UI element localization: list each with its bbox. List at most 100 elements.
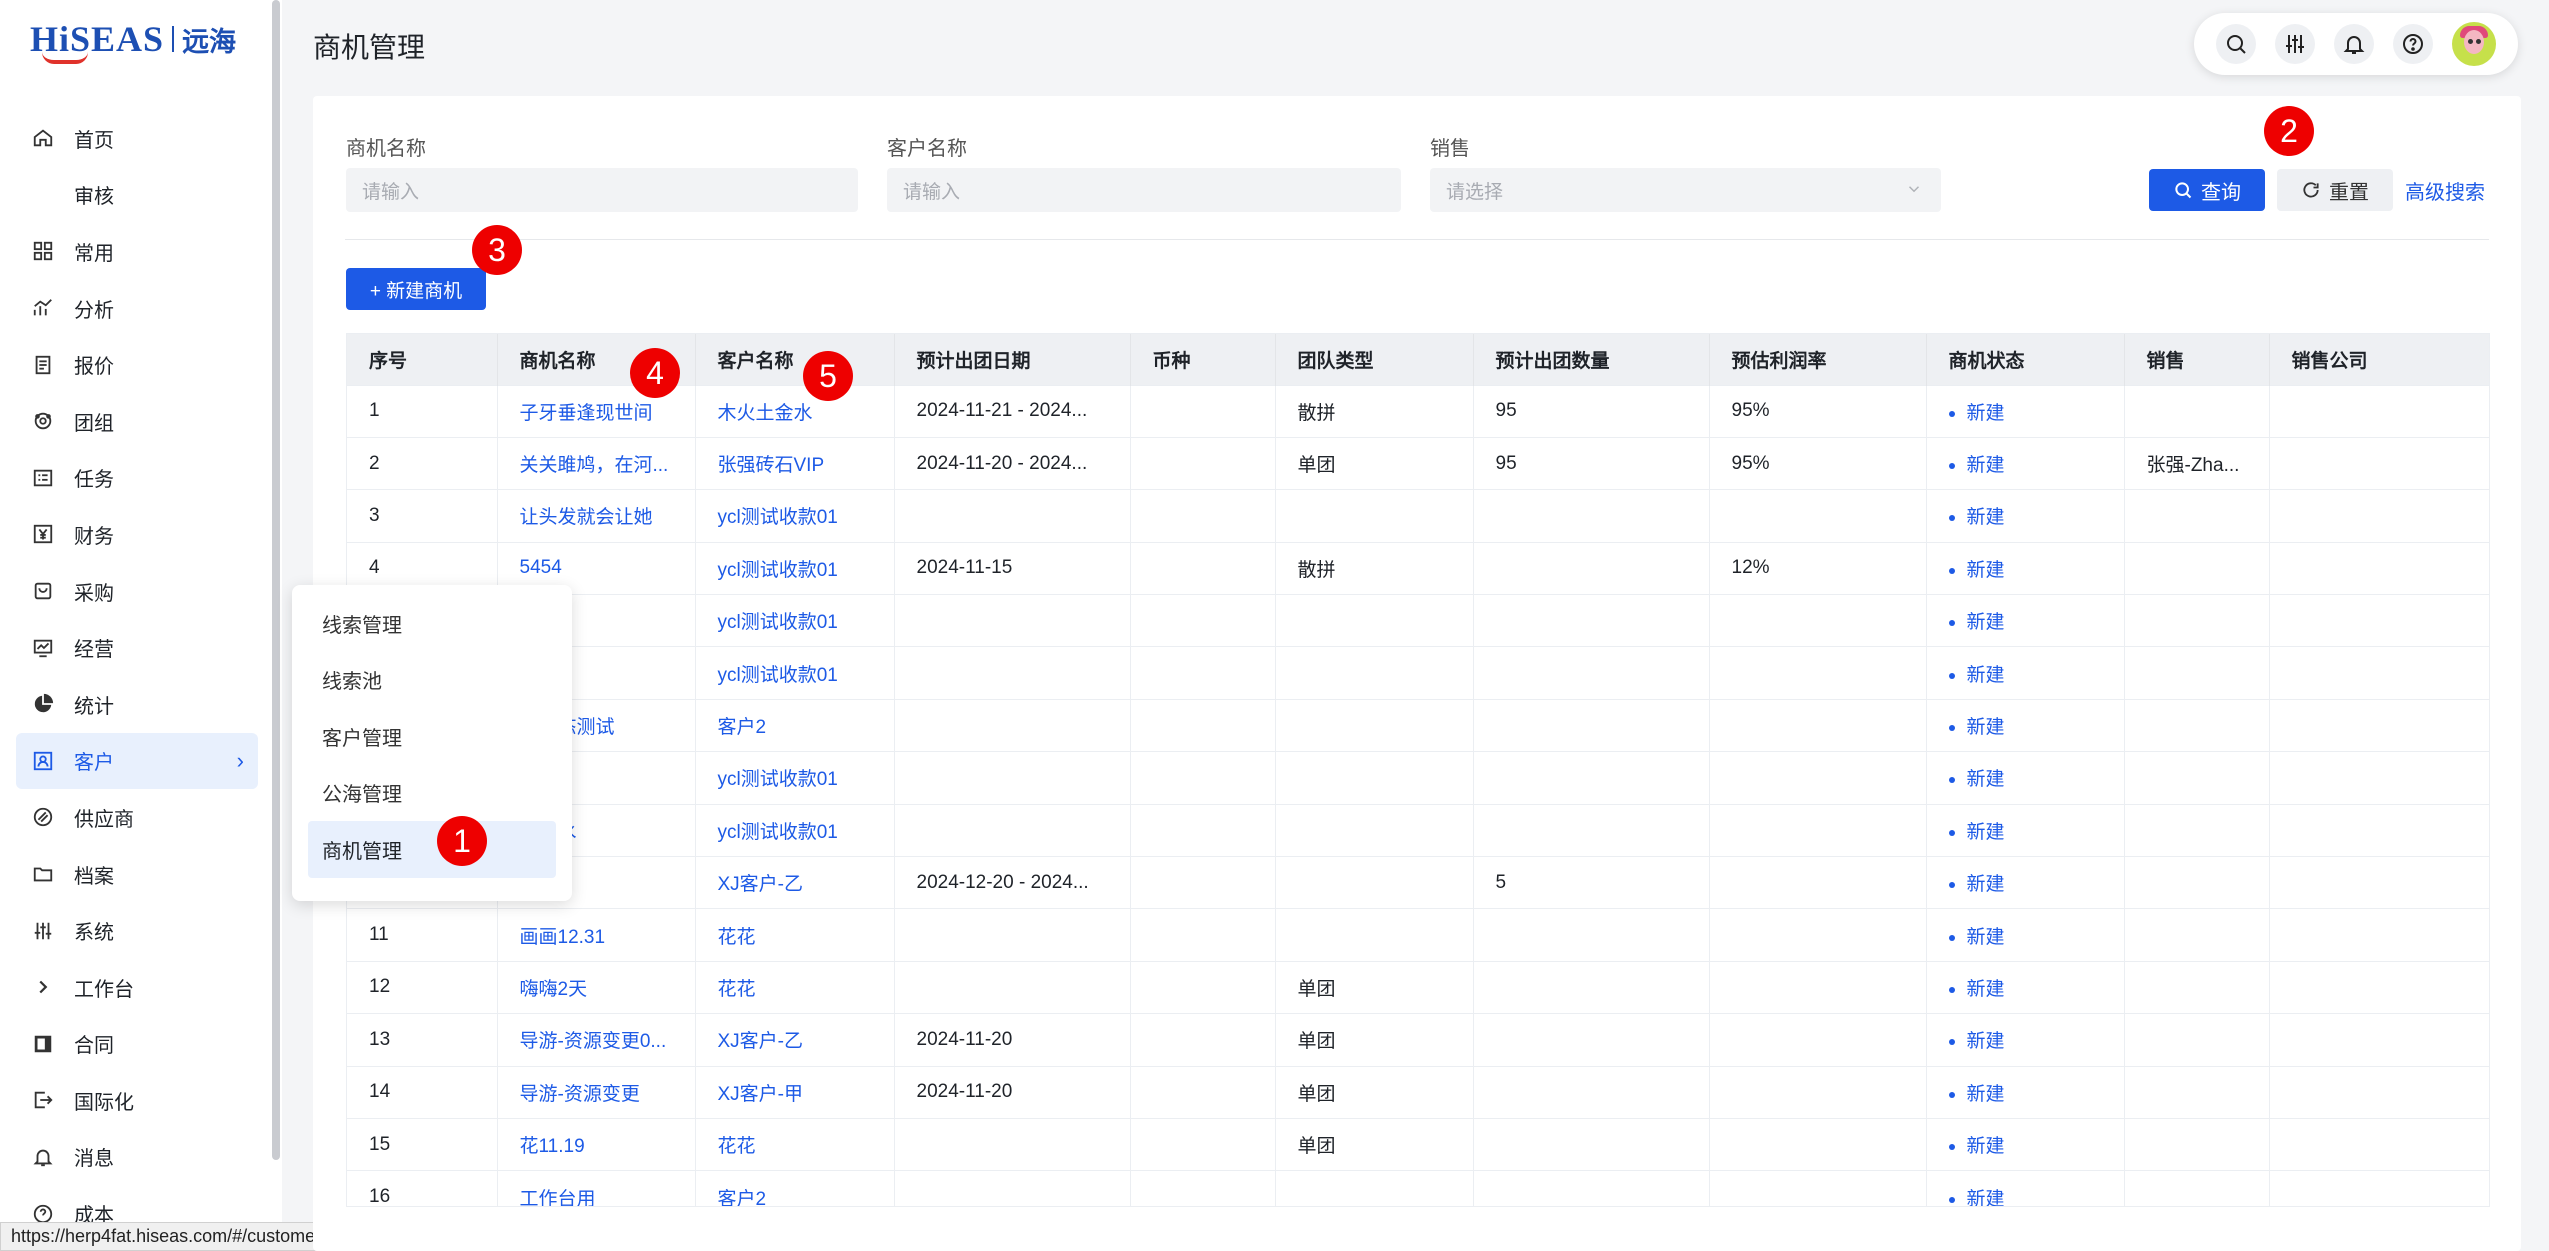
reset-button[interactable]: 重置 (2277, 169, 2393, 211)
table-row[interactable]: 3 让头发就会让她 ycl测试收款01 新建 (347, 489, 2489, 543)
query-button[interactable]: 查询 (2149, 169, 2265, 211)
sidebar-item[interactable]: 报价 (16, 336, 258, 393)
column-header[interactable]: 预计出团日期 (894, 334, 1131, 385)
sidebar-item[interactable]: 国际化 (16, 1072, 258, 1129)
bell-icon[interactable] (2333, 24, 2374, 64)
sidebar-item[interactable]: 财务 (16, 506, 258, 563)
sidebar-item[interactable]: 客户 › (16, 732, 258, 790)
table-row[interactable]: 13 导游-资源变更0... XJ客户-乙 2024-11-20 单团 新建 (347, 1013, 2489, 1067)
table-row[interactable]: 8ycl测试收款01新建 (347, 751, 2489, 805)
table-cell[interactable]: 客户2 (695, 1170, 895, 1206)
column-header[interactable]: 币种 (1130, 334, 1276, 385)
table-cell[interactable]: ycl测试收款01 (695, 541, 895, 595)
submenu-item[interactable]: 线索池 (308, 652, 556, 709)
sidebar-item-label: 合同 (74, 1035, 114, 1058)
submenu-item[interactable]: 线索管理 (308, 595, 556, 652)
table-cell[interactable]: 木火土金水 (695, 384, 895, 438)
table-cell[interactable]: 花花 (695, 908, 895, 962)
table-row[interactable]: 2 关关雎鸠，在河... 张强砖石VIP 2024-11-20 - 2024... 单团… (347, 436, 2489, 490)
sidebar-item[interactable]: 审核 (16, 167, 258, 224)
help-icon[interactable] (2393, 24, 2434, 64)
table-row[interactable]: 9式流水ycl测试收款01新建 (347, 803, 2489, 857)
table-cell[interactable]: ycl测试收款01 (695, 751, 895, 805)
table-cell[interactable]: ycl测试收款01 (695, 646, 895, 700)
logo[interactable]: HiSEAS 远海 (30, 14, 236, 64)
table-row[interactable]: 4 5454 ycl测试收款01 2024-11-15 散拼 12% 新建 (347, 541, 2489, 595)
table-row[interactable]: 7警状态测试客户2新建 (347, 698, 2489, 752)
submenu-item[interactable]: 客户管理 (308, 708, 556, 765)
table-row[interactable]: 14 导游-资源变更 XJ客户-甲 2024-11-20 单团 新建 (347, 1065, 2489, 1119)
sidebar-item[interactable]: 消息 (16, 1129, 258, 1186)
table-cell[interactable]: 让头发就会让她 (497, 489, 696, 543)
table-row[interactable]: 11 画画12.31 花花 新建 (347, 908, 2489, 962)
pie-icon (32, 693, 54, 715)
sidebar-item[interactable]: 工作台 (16, 959, 258, 1016)
table-cell[interactable]: 导游-资源变更0... (497, 1013, 696, 1067)
sidebar-item[interactable]: 团组 (16, 393, 258, 450)
column-header[interactable]: 商机状态 (1926, 334, 2125, 385)
column-header[interactable]: 客户名称 (695, 334, 895, 385)
sidebar-item[interactable]: 档案 (16, 846, 258, 903)
sidebar-item[interactable]: 系统 (16, 902, 258, 959)
sidebar-item[interactable]: 采购 (16, 563, 258, 620)
table-cell[interactable]: XJ客户-甲 (695, 1065, 895, 1119)
table-cell (1709, 1117, 1927, 1171)
sliders-icon[interactable] (2274, 24, 2315, 64)
table-cell[interactable]: 导游-资源变更 (497, 1065, 696, 1119)
reset-label: 重置 (2329, 181, 2369, 204)
table-cell[interactable]: 嗨嗨2天 (497, 960, 696, 1014)
table-row[interactable]: 10XJ客户-乙2024-12-20 - 2024...5新建 (347, 856, 2489, 909)
submenu-item[interactable]: 公海管理 (308, 765, 556, 822)
sidebar-item[interactable]: 常用 (16, 223, 258, 280)
sidebar-item[interactable]: 任务 (16, 450, 258, 507)
column-header[interactable]: 团队类型 (1275, 334, 1474, 385)
table-cell (1709, 1170, 1927, 1206)
table-cell (2124, 541, 2270, 595)
new-bo-button[interactable]: + 新建商机 (346, 268, 486, 310)
table-row[interactable]: 15 花11.19 花花 单团 新建 (347, 1117, 2489, 1171)
table-cell[interactable]: ycl测试收款01 (695, 803, 895, 857)
sales-placeholder: 请选择 (1446, 181, 1504, 203)
search-icon[interactable] (2215, 24, 2256, 64)
sidebar-item[interactable]: 分析 (16, 280, 258, 337)
column-header[interactable]: 预计出团数量 (1473, 334, 1710, 385)
table-cell[interactable]: 张强砖石VIP (695, 436, 895, 490)
table-cell[interactable]: 工作台用 (497, 1170, 696, 1206)
table-cell[interactable]: ycl测试收款01 (695, 489, 895, 543)
table-row[interactable]: 12 嗨嗨2天 花花 单团 新建 (347, 960, 2489, 1014)
advanced-search-link[interactable]: 高级搜索 (2405, 176, 2485, 205)
table-cell (1473, 646, 1710, 700)
sidebar-item[interactable]: 供应商 (16, 789, 258, 846)
logo-swoosh (42, 52, 88, 64)
sales-select[interactable]: 请选择 (1430, 168, 1941, 212)
column-header[interactable]: 销售公司 (2269, 334, 2489, 385)
sidebar-item[interactable]: 合同 (16, 1016, 258, 1073)
table-row[interactable]: 55546ycl测试收款01新建 (347, 594, 2489, 647)
table-cell[interactable]: 花11.19 (497, 1117, 696, 1171)
column-header[interactable]: 预估利润率 (1709, 334, 1927, 385)
avatar[interactable] (2452, 22, 2497, 66)
bo-name-input[interactable]: 请输入 (346, 168, 858, 212)
sidebar-item[interactable]: 首页 (16, 110, 258, 167)
sidebar-item[interactable]: 经营 (16, 619, 258, 676)
sidebar-scrollbar[interactable] (272, 0, 280, 1160)
submenu-item[interactable]: 商机管理 (308, 821, 556, 878)
status-dot (1948, 410, 1955, 417)
table-cell[interactable]: 关关雎鸠，在河... (497, 436, 696, 490)
column-header[interactable]: 销售 (2124, 334, 2270, 385)
table-cell[interactable]: 客户2 (695, 698, 895, 752)
table-row[interactable]: 16 工作台用 客户2 新建 (347, 1170, 2489, 1206)
table-cell[interactable]: ycl测试收款01 (695, 594, 895, 647)
column-header[interactable]: 序号 (347, 334, 498, 385)
table-cell[interactable]: 花花 (695, 960, 895, 1014)
table-cell[interactable]: 花花 (695, 1117, 895, 1171)
table-cell[interactable]: XJ客户-乙 (695, 856, 895, 909)
customer-name-input[interactable]: 请输入 (887, 168, 1401, 212)
table-cell[interactable]: 画画12.31 (497, 908, 696, 962)
table-cell (2269, 541, 2489, 595)
table-cell (2269, 751, 2489, 805)
sidebar-item[interactable]: 统计 (16, 676, 258, 733)
table-cell[interactable]: XJ客户-乙 (695, 1013, 895, 1067)
table-row[interactable]: 6ycl测试收款01新建 (347, 646, 2489, 700)
status-text: 新建 (1966, 664, 2005, 686)
